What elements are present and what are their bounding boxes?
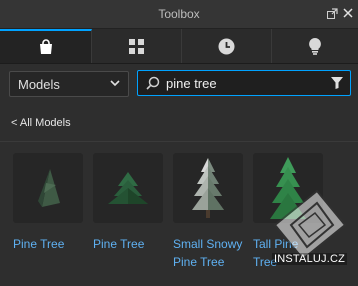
result-label[interactable]: Small Snowy Pine Tree [173,235,243,271]
search-input[interactable] [166,74,316,92]
chevron-down-icon [110,80,120,87]
tab-recent[interactable] [181,29,272,63]
grid-icon [128,38,144,54]
result-card[interactable]: Pine Tree [13,153,83,253]
result-label[interactable]: Pine Tree [13,235,83,253]
tab-creations[interactable] [271,29,358,63]
undock-icon[interactable] [326,7,338,19]
result-thumbnail[interactable] [13,153,83,223]
filter-icon[interactable] [331,77,343,89]
category-dropdown[interactable]: Models [9,71,129,97]
toolbox-tabs [0,29,358,64]
pine-tree-thumbnail-icon [38,169,60,207]
tab-marketplace[interactable] [0,29,92,63]
back-to-all-models-link[interactable]: < All Models [11,117,71,129]
marketplace-bag-icon [39,39,52,54]
clock-icon [218,38,234,54]
result-label[interactable]: Pine Tree [93,235,163,253]
result-card[interactable]: Pine Tree [93,153,163,253]
lightbulb-icon [308,38,321,55]
title-bar: Toolbox [0,0,358,29]
watermark-text: INSTALUJ.CZ [272,253,348,265]
close-icon[interactable] [342,7,354,19]
pine-tree-thumbnail-icon [108,172,148,204]
result-card[interactable]: Small Snowy Pine Tree [173,153,243,271]
search-icon [146,76,160,90]
result-thumbnail[interactable] [173,153,243,223]
snowy-pine-tree-thumbnail-icon [192,158,224,218]
divider [0,141,358,142]
result-thumbnail[interactable] [93,153,163,223]
window-title: Toolbox [158,7,200,21]
category-selected: Models [18,77,60,92]
tab-inventory[interactable] [91,29,182,63]
search-box[interactable] [137,70,351,96]
